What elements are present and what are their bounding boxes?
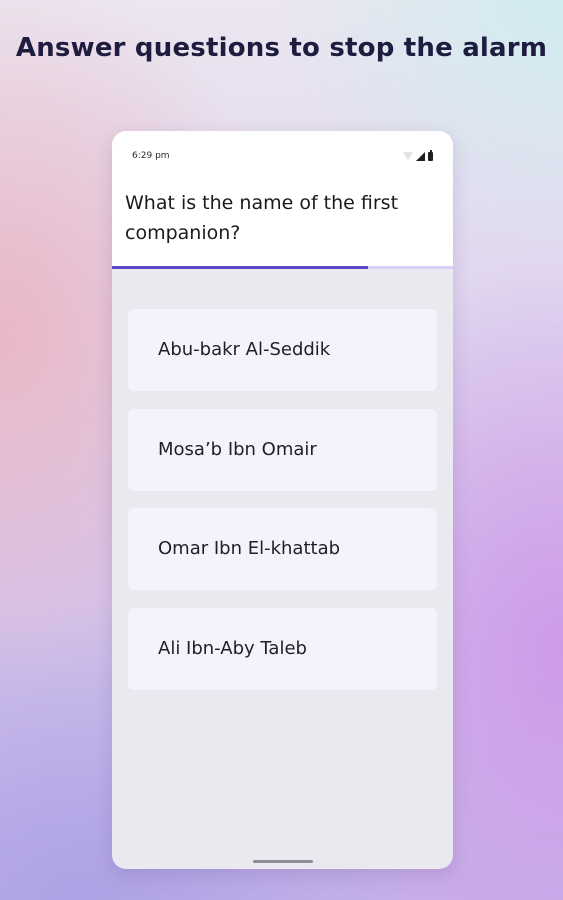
home-indicator[interactable] bbox=[253, 860, 313, 863]
answer-option-1[interactable]: Abu-bakr Al-Seddik bbox=[128, 309, 437, 391]
answer-option-3[interactable]: Omar Ibn El-khattab bbox=[128, 508, 437, 590]
answer-option-4[interactable]: Ali Ibn-Aby Taleb bbox=[128, 607, 437, 690]
status-bar: 6:29 pm bbox=[112, 131, 453, 161]
status-time: 6:29 pm bbox=[132, 151, 170, 161]
answer-option-2[interactable]: Mosa’b Ibn Omair bbox=[128, 408, 437, 491]
answer-option-label: Mosa’b Ibn Omair bbox=[158, 438, 317, 460]
phone-screen: 6:29 pm What is the name of the first co… bbox=[112, 131, 453, 869]
promo-headline: Answer questions to stop the alarm bbox=[15, 33, 548, 63]
signal-icon bbox=[416, 152, 425, 161]
wifi-icon bbox=[403, 152, 413, 160]
question-panel: 6:29 pm What is the name of the first co… bbox=[112, 131, 453, 268]
progress-bar bbox=[112, 266, 453, 269]
progress-bar-fill bbox=[112, 266, 368, 269]
answer-option-label: Ali Ibn-Aby Taleb bbox=[158, 637, 307, 659]
answer-list: Abu-bakr Al-Seddik Mosa’b Ibn Omair Omar… bbox=[128, 309, 437, 707]
status-icons bbox=[403, 150, 433, 161]
battery-icon bbox=[428, 150, 433, 161]
answer-option-label: Omar Ibn El-khattab bbox=[158, 538, 341, 559]
answer-option-label: Abu-bakr Al-Seddik bbox=[158, 339, 331, 360]
question-text: What is the name of the first companion? bbox=[125, 192, 399, 244]
